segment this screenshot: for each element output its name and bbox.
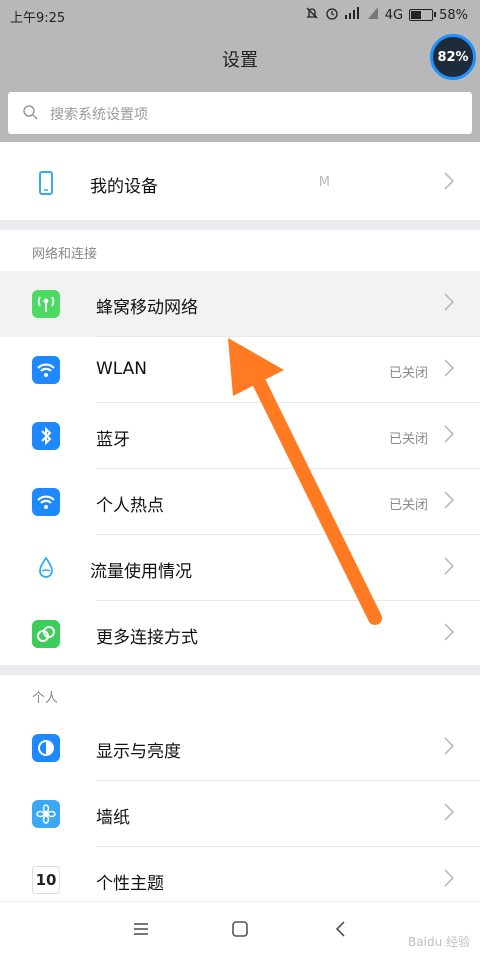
wallpaper-icon [32, 800, 60, 828]
battery-icon [409, 9, 437, 21]
row-label: 我的设备 [90, 177, 158, 197]
row-hotspot[interactable]: 个人热点 已关闭 [0, 469, 480, 535]
row-label: 墙纸 [96, 808, 130, 828]
chevron-right-icon [444, 623, 455, 645]
theme-icon: 10 [32, 866, 60, 894]
wifi-icon [32, 356, 60, 384]
data-usage-icon [32, 554, 60, 582]
chevron-right-icon [444, 359, 455, 381]
search-input[interactable]: 搜索系统设置项 [8, 92, 472, 134]
section-divider [0, 665, 480, 675]
cleaner-gauge[interactable]: 82% [430, 34, 476, 80]
section-title-network: 网络和连接 [32, 247, 98, 262]
cleaner-percent: 82% [437, 49, 469, 65]
network-type: 4G [384, 7, 404, 23]
row-more-connections[interactable]: 更多连接方式 [0, 601, 480, 667]
row-wifi[interactable]: WLAN 已关闭 [0, 337, 480, 403]
more-connections-icon [32, 620, 60, 648]
cellular-icon [32, 290, 60, 318]
chevron-right-icon [444, 869, 455, 891]
row-display[interactable]: 显示与亮度 [0, 715, 480, 781]
signal-icon [344, 7, 361, 23]
row-value: 已关闭 [388, 432, 428, 447]
row-value: 已关闭 [388, 366, 428, 381]
hotspot-icon [32, 488, 60, 516]
back-icon[interactable] [332, 920, 350, 942]
phone-icon [32, 169, 60, 197]
row-label: 蜂窝移动网络 [96, 298, 198, 318]
chevron-right-icon [444, 737, 455, 759]
navigation-bar: Baidu 经验 [0, 901, 480, 960]
title-bar: 设置 82% [0, 30, 480, 86]
home-icon[interactable] [231, 920, 249, 942]
status-time: 上午9:25 [10, 11, 66, 26]
row-label: 更多连接方式 [96, 628, 198, 648]
alarm-icon [325, 6, 339, 24]
search-icon [22, 104, 38, 124]
search-area: 搜索系统设置项 [0, 86, 480, 142]
battery-percent: 58% [439, 7, 468, 23]
row-wallpaper[interactable]: 墙纸 [0, 781, 480, 847]
row-my-device[interactable]: 我的设备 M [0, 150, 480, 216]
row-label: 个性主题 [96, 874, 164, 894]
section-divider [0, 220, 480, 230]
chevron-right-icon [444, 172, 455, 194]
bluetooth-icon [32, 422, 60, 450]
row-label: WLAN [96, 359, 148, 379]
chevron-right-icon [444, 803, 455, 825]
mute-icon [305, 6, 319, 24]
signal-2-icon [367, 7, 379, 23]
chevron-right-icon [444, 557, 455, 579]
search-placeholder: 搜索系统设置项 [50, 107, 148, 123]
chevron-right-icon [444, 491, 455, 513]
display-icon [32, 734, 60, 762]
row-bluetooth[interactable]: 蓝牙 已关闭 [0, 403, 480, 469]
status-bar: 上午9:25 4G 58% [0, 0, 480, 30]
row-cellular[interactable]: 蜂窝移动网络 [0, 271, 480, 337]
menu-icon[interactable] [132, 920, 150, 942]
row-label: 显示与亮度 [96, 742, 181, 762]
device-value: M [318, 175, 330, 190]
chevron-right-icon [444, 293, 455, 315]
row-label: 流量使用情况 [90, 562, 192, 582]
page-title: 设置 [222, 50, 258, 71]
row-label: 蓝牙 [96, 430, 130, 450]
row-label: 个人热点 [96, 496, 164, 516]
row-data-usage[interactable]: 流量使用情况 [0, 535, 480, 601]
row-value: 已关闭 [388, 498, 428, 513]
section-title-personal: 个人 [32, 691, 59, 706]
watermark: Baidu 经验 [408, 935, 470, 949]
chevron-right-icon [444, 425, 455, 447]
